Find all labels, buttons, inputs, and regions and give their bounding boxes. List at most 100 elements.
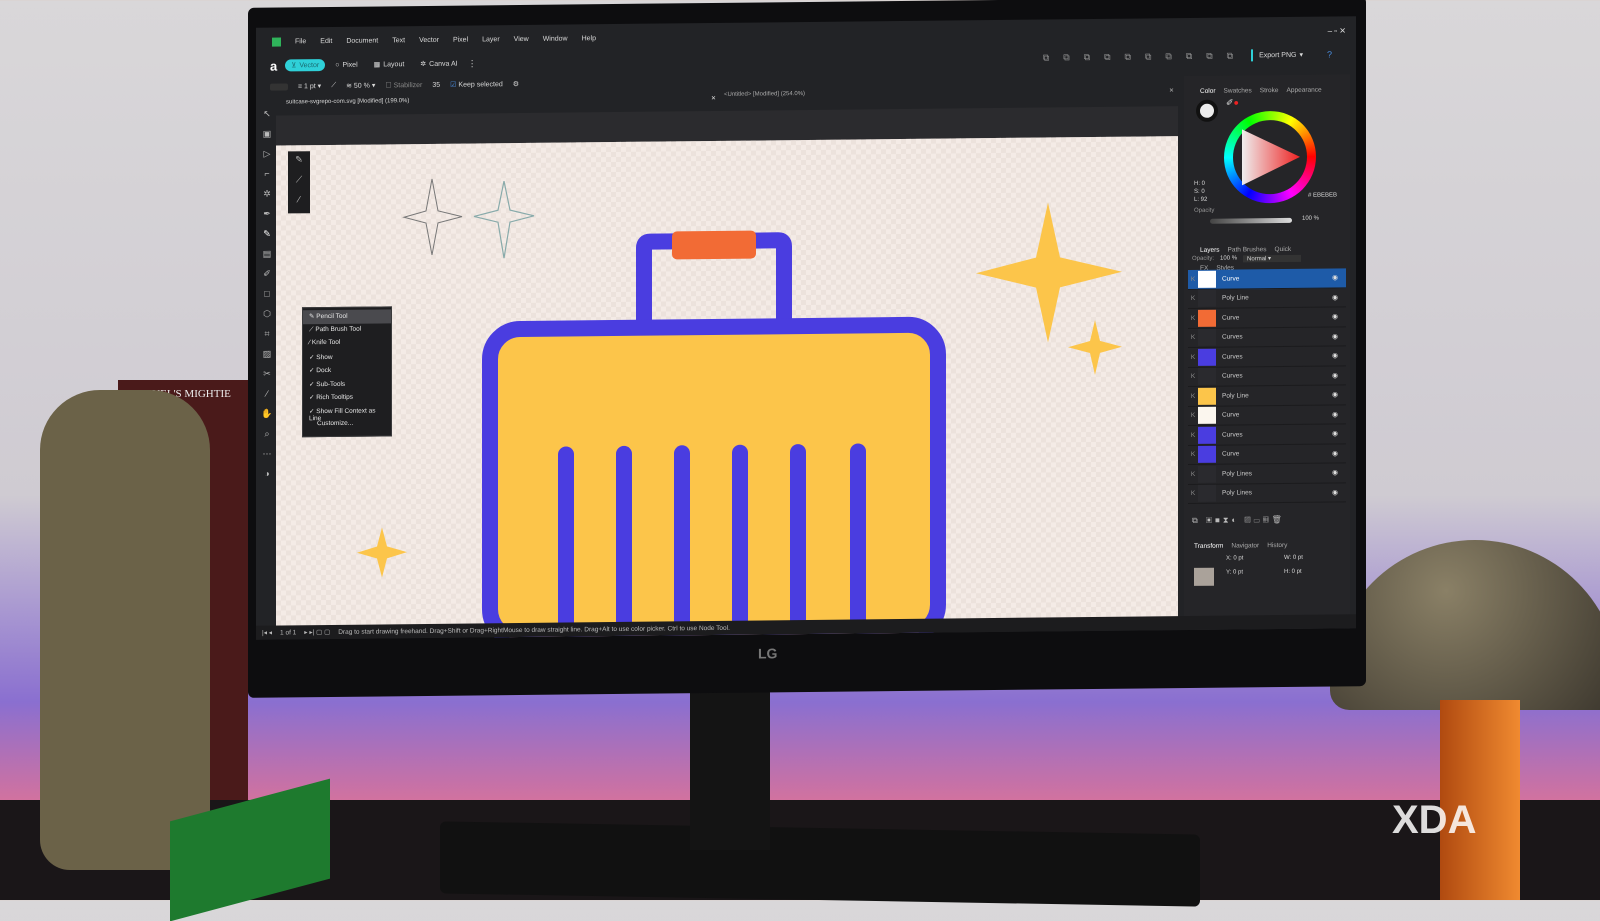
layer-lock-icon[interactable]: K <box>1188 451 1198 458</box>
layer-thumbnail <box>1198 328 1216 347</box>
path-brush-subtool-icon[interactable]: ⟋ <box>292 174 306 188</box>
opacity-slider[interactable] <box>1210 217 1292 224</box>
visibility-eye-icon[interactable]: ◉ <box>1332 430 1346 438</box>
outline-star <box>402 178 463 256</box>
visibility-eye-icon[interactable]: ◉ <box>1332 352 1346 360</box>
layer-lock-icon[interactable]: K <box>1188 373 1198 380</box>
small-yellow-star <box>357 527 407 578</box>
app-window: File Edit Document Text Vector Pixel Lay… <box>256 16 1356 640</box>
tab-history[interactable]: History <box>1267 542 1287 549</box>
monitor-stand <box>690 680 770 850</box>
tab-swatches[interactable]: Swatches <box>1224 87 1252 94</box>
transform-h[interactable]: H: 0 pt <box>1284 569 1302 575</box>
layers-footer-icons[interactable]: ⧉ ▣■⧗◐ ▨▭▦🗑 <box>1192 515 1285 526</box>
layer-name: Curves <box>1222 431 1243 439</box>
tab-appearance[interactable]: Appearance <box>1287 87 1322 94</box>
visibility-eye-icon[interactable]: ◉ <box>1332 371 1346 379</box>
layer-lock-icon[interactable]: K <box>1188 432 1198 439</box>
menu-item-show[interactable]: ✓ Show <box>303 350 391 364</box>
status-hint: Drag to start drawing freehand. Drag+Shi… <box>338 624 730 636</box>
color-wheel[interactable] <box>1224 110 1316 204</box>
layer-name: Poly Lines <box>1222 489 1252 497</box>
menu-item-customize[interactable]: Customize... <box>303 417 391 431</box>
layer-name: Curves <box>1222 372 1243 380</box>
transform-w[interactable]: W: 0 pt <box>1284 555 1303 561</box>
menu-item-path-brush-tool[interactable]: ⟋ Path Brush Tool <box>303 323 391 337</box>
layer-thumbnail <box>1198 406 1216 425</box>
eyedropper-icon[interactable]: ✐● <box>1226 97 1239 108</box>
page-indicator: 1 of 1 <box>280 628 297 637</box>
layer-opacity-field[interactable]: 100 % <box>1220 255 1237 262</box>
visibility-eye-icon[interactable]: ◉ <box>1332 410 1346 418</box>
tab-stroke[interactable]: Stroke <box>1260 87 1279 94</box>
layer-row[interactable]: K Curves ◉ <box>1188 365 1346 387</box>
page-nav-prev[interactable]: |◂ ◂ <box>262 629 272 637</box>
visibility-eye-icon[interactable]: ◉ <box>1332 449 1346 457</box>
layer-row[interactable]: K Poly Lines ◉ <box>1188 482 1346 504</box>
pencil-subtool-icon[interactable]: ✎ <box>292 154 306 168</box>
small-yellow-star <box>1068 319 1122 375</box>
visibility-eye-icon[interactable]: ◉ <box>1332 313 1346 321</box>
menu-item-dock[interactable]: ✓ Dock <box>303 363 391 377</box>
layer-name: Curve <box>1222 450 1240 458</box>
layer-row[interactable]: K Curve ◉ <box>1188 268 1346 290</box>
layer-thumbnail <box>1198 484 1216 503</box>
visibility-eye-icon[interactable]: ◉ <box>1332 488 1346 496</box>
transform-x[interactable]: X: 0 pt <box>1226 555 1243 561</box>
layer-lock-icon[interactable]: K <box>1188 315 1198 322</box>
fill-stroke-swatch[interactable] <box>1196 99 1218 122</box>
blend-mode-select[interactable]: Normal ▾ <box>1243 254 1302 263</box>
layer-row[interactable]: K Curve ◉ <box>1188 443 1346 465</box>
menu-item-pencil-tool[interactable]: ✎ Pencil Tool <box>303 309 391 324</box>
layer-thumbnail <box>1198 309 1216 327</box>
visibility-eye-icon[interactable]: ◉ <box>1332 332 1346 340</box>
layer-lock-icon[interactable]: K <box>1188 393 1198 400</box>
anchor-selector[interactable] <box>1194 567 1214 586</box>
hex-field[interactable]: # EBEBEB <box>1308 192 1337 198</box>
menu-item-rich-tooltips[interactable]: ✓ Rich Tooltips <box>303 390 391 404</box>
handle-grip <box>672 230 756 260</box>
layer-row[interactable]: K Poly Lines ◉ <box>1188 463 1346 485</box>
layers-panel-tabs: Layers Path Brushes Quick FX Styles <box>1184 234 1350 272</box>
layer-thumbnail <box>1198 289 1216 308</box>
knife-subtool-icon[interactable]: ⁄ <box>292 194 306 208</box>
layer-row[interactable]: K Curve ◉ <box>1188 404 1346 426</box>
sub-tools-flyout: ✎ ⟋ ⁄ <box>288 151 310 214</box>
layer-lock-icon[interactable]: K <box>1188 490 1198 497</box>
tab-color[interactable]: Color <box>1200 88 1216 95</box>
tab-layers[interactable]: Layers <box>1200 247 1220 254</box>
layer-name: Poly Line <box>1222 392 1249 400</box>
layer-row[interactable]: K Curves ◉ <box>1188 424 1346 446</box>
layer-row[interactable]: K Curve ◉ <box>1188 307 1346 329</box>
layer-lock-icon[interactable]: K <box>1188 412 1198 419</box>
visibility-eye-icon[interactable]: ◉ <box>1332 469 1346 477</box>
layer-lock-icon[interactable]: K <box>1188 354 1198 361</box>
layer-lock-icon[interactable]: K <box>1188 334 1198 341</box>
menu-item-show-fill-context[interactable]: ✓ Show Fill Context as Line <box>303 404 391 422</box>
canvas[interactable]: ✎ ⟋ ⁄ ✎ Pencil Tool ⟋ Path Brush Tool ⁄ Kn… <box>276 106 1178 640</box>
visibility-eye-icon[interactable]: ◉ <box>1332 391 1346 399</box>
selected-outline-star <box>473 181 535 259</box>
menu-item-sub-tools[interactable]: ✓ Sub-Tools <box>303 377 391 391</box>
layer-thumbnail <box>1198 270 1216 288</box>
transform-y[interactable]: Y: 0 pt <box>1226 569 1243 575</box>
tab-transform[interactable]: Transform <box>1194 543 1223 550</box>
layer-opacity-row: Opacity: 100 % Normal ▾ <box>1192 254 1302 263</box>
layer-row[interactable]: K Curves ◉ <box>1188 346 1346 368</box>
tab-path-brushes[interactable]: Path Brushes <box>1228 246 1267 253</box>
page-nav-next[interactable]: ▸ ▸| ▢ ▢ <box>304 628 330 636</box>
visibility-eye-icon[interactable]: ◉ <box>1332 274 1346 282</box>
layer-name: Curve <box>1222 275 1240 283</box>
layer-lock-icon[interactable]: K <box>1188 295 1198 302</box>
visibility-eye-icon[interactable]: ◉ <box>1332 293 1346 301</box>
layer-lock-icon[interactable]: K <box>1188 276 1198 283</box>
layer-row[interactable]: K Poly Line ◉ <box>1188 385 1346 407</box>
opacity-value[interactable]: 100 % <box>1302 216 1319 222</box>
layer-thumbnail <box>1198 348 1216 366</box>
menu-item-knife-tool[interactable]: ⁄ Knife Tool <box>303 336 391 350</box>
layer-lock-icon[interactable]: K <box>1188 471 1198 478</box>
tab-navigator[interactable]: Navigator <box>1231 542 1259 549</box>
layer-row[interactable]: K Curves ◉ <box>1188 326 1346 348</box>
opacity-label: Opacity <box>1194 207 1215 214</box>
layer-row[interactable]: K Poly Line ◉ <box>1188 287 1346 309</box>
